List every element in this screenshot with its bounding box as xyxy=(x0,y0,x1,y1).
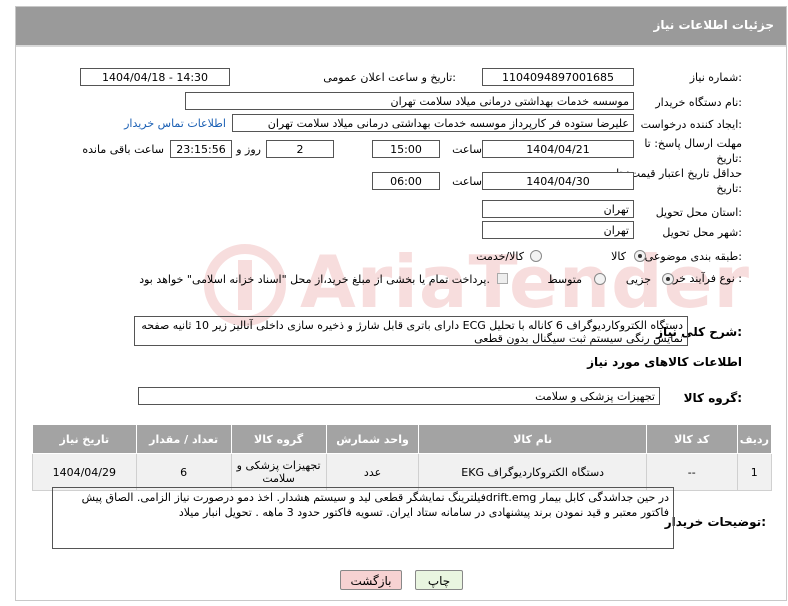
buyer-notes-label: توضیحات خریدار: xyxy=(664,515,766,529)
col-row: ردیف xyxy=(736,424,773,454)
reply-deadline-date-field: 1404/04/21 xyxy=(482,140,634,158)
city-field: تهران xyxy=(482,221,634,239)
days-label: روز و xyxy=(236,143,261,156)
need-number-label: شماره نیاز: xyxy=(689,71,742,84)
category-option-goods: کالا xyxy=(611,250,626,263)
cell-unit: عدد xyxy=(325,453,420,491)
city-label: شهر محل تحویل: xyxy=(662,226,742,239)
need-number-field: 1104094897001685 xyxy=(482,68,634,86)
cell-name: دستگاه الکتروکاردیوگراف EKG xyxy=(418,453,647,491)
province-field: تهران xyxy=(482,200,634,218)
panel-title: جزئیات اطلاعات نیاز xyxy=(653,18,774,32)
creator-label: ایجاد کننده درخواست: xyxy=(640,118,742,131)
cell-group: تجهیزات پزشکی و سلامت xyxy=(230,453,327,491)
cell-qty: 6 xyxy=(135,453,232,491)
price-validity-time-field: 06:00 xyxy=(372,172,440,190)
price-validity-time-label: ساعت xyxy=(452,175,482,188)
process-label: نوع فرآیند خرید : xyxy=(664,272,742,285)
buyer-contact-link[interactable]: اطلاعات تماس خریدار xyxy=(124,117,226,130)
category-radio-goods[interactable] xyxy=(634,250,646,262)
print-button[interactable]: چاپ xyxy=(415,570,463,590)
panel-header: جزئیات اطلاعات نیاز xyxy=(16,7,786,47)
announce-field: 1404/04/18 - 14:30 xyxy=(80,68,230,86)
col-code: کد کالا xyxy=(645,424,738,454)
goods-group-label: گروه کالا: xyxy=(683,391,742,405)
cell-date: 1404/04/29 xyxy=(32,453,137,491)
process-radio-minor[interactable] xyxy=(662,273,674,285)
creator-field: علیرضا ستوده فر کارپرداز موسسه خدمات بهد… xyxy=(232,114,634,132)
days-field: 2 xyxy=(266,140,334,158)
back-button[interactable]: بازگشت xyxy=(340,570,402,590)
reply-deadline-label: مهلت ارسال پاسخ: تا تاریخ: xyxy=(644,137,742,165)
remaining-label: ساعت باقی مانده xyxy=(82,143,164,156)
items-table: ردیف کد کالا نام کالا واحد شمارش گروه کا… xyxy=(32,424,773,491)
reply-time-field: 15:00 xyxy=(372,140,440,158)
treasury-payment-checkbox[interactable] xyxy=(497,273,508,284)
col-group: گروه کالا xyxy=(230,424,327,454)
goods-group-field: تجهیزات پزشکی و سلامت xyxy=(138,387,660,405)
category-label: طبقه بندی موضوعی: xyxy=(644,250,742,263)
process-radio-medium[interactable] xyxy=(594,273,606,285)
price-validity-date-field: 1404/04/30 xyxy=(482,172,634,190)
col-name: نام کالا xyxy=(418,424,647,454)
category-radio-goods-service[interactable] xyxy=(530,250,542,262)
buyer-notes-textarea[interactable]: در حین جداشدگی کابل بیمار drift.emgفیلتر… xyxy=(52,487,674,549)
description-textarea[interactable]: دستگاه الکتروکاردیوگراف 6 کاناله با تحلی… xyxy=(134,316,688,346)
cell-code: -- xyxy=(645,453,738,491)
table-row[interactable]: 1 -- دستگاه الکتروکاردیوگراف EKG عدد تجه… xyxy=(32,453,773,491)
col-unit: واحد شمارش xyxy=(325,424,420,454)
category-option-goods-service: کالا/خدمت xyxy=(476,250,524,263)
cell-row: 1 xyxy=(736,453,773,491)
treasury-payment-note: پرداخت تمام یا بخشی از مبلغ خرید،از محل … xyxy=(139,273,490,286)
buyer-org-field: موسسه خدمات بهداشتی درمانی میلاد سلامت ت… xyxy=(185,92,634,110)
table-header-row: ردیف کد کالا نام کالا واحد شمارش گروه کا… xyxy=(32,424,773,454)
province-label: استان محل تحویل: xyxy=(655,206,742,219)
remaining-time-field: 23:15:56 xyxy=(170,140,232,158)
buyer-org-label: نام دستگاه خریدار: xyxy=(655,96,742,109)
reply-time-label: ساعت xyxy=(452,143,482,156)
process-option-medium: متوسط xyxy=(547,273,582,286)
goods-info-title: اطلاعات کالاهای مورد نیاز xyxy=(587,355,742,369)
announce-label: تاریخ و ساعت اعلان عمومی: xyxy=(323,71,456,84)
col-qty: تعداد / مقدار xyxy=(135,424,232,454)
col-date: تاریخ نیاز xyxy=(32,424,137,454)
process-option-minor: جزیی xyxy=(625,273,651,286)
